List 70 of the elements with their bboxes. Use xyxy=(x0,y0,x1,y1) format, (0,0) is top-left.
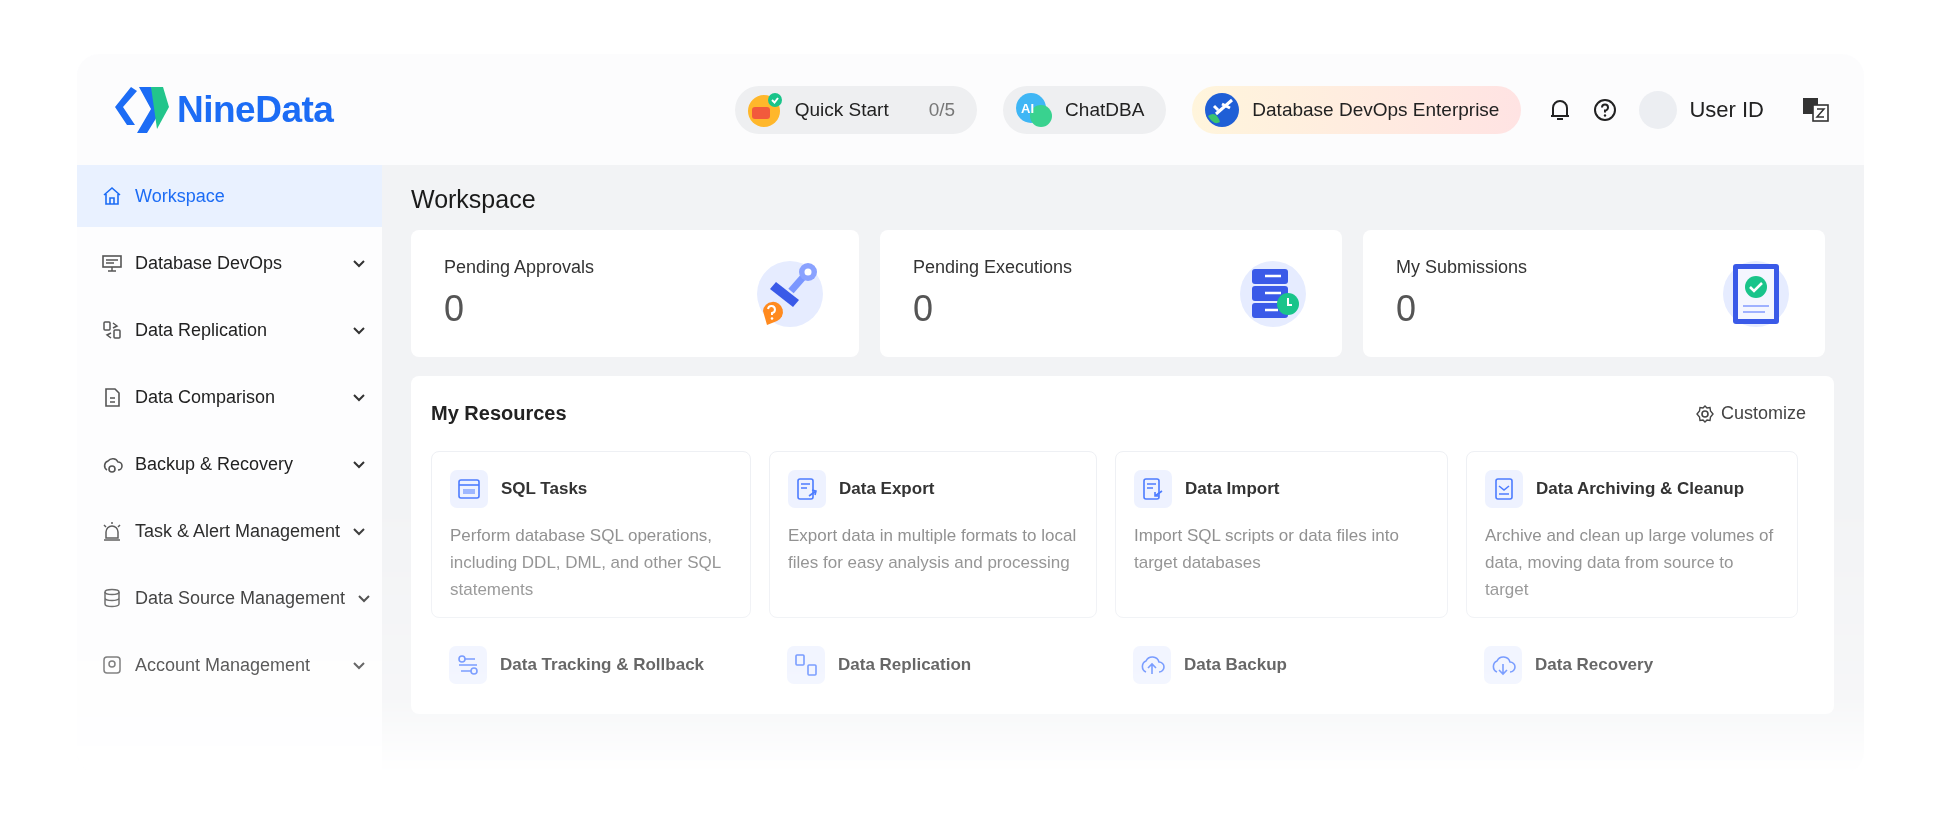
chevron-down-icon xyxy=(352,660,366,670)
chatdba-button[interactable]: AI ChatDBA xyxy=(1003,85,1167,134)
resource-description: Import SQL scripts or data files into target databases xyxy=(1134,525,1400,574)
section-title: My Resources xyxy=(431,402,567,425)
import-icon xyxy=(1134,470,1172,508)
stat-value: 0 xyxy=(1396,288,1418,330)
sidebar-item[interactable]: Database DevOps xyxy=(77,232,382,294)
sidebar-item[interactable]: Task & Alert Management xyxy=(77,500,382,562)
export-icon xyxy=(788,470,826,508)
resource-card[interactable]: Data Export Export data in multiple formats to local files for easy analysis and processing xyxy=(769,451,1097,618)
settings-icon xyxy=(1695,404,1714,423)
resource-title: Data Export xyxy=(839,479,935,499)
resource-link[interactable]: Data Recovery xyxy=(1535,655,1654,675)
resource-description: Archive and clean up large volumes of data, moving data from source to target xyxy=(1485,525,1775,601)
server-clock-drawing xyxy=(1238,258,1308,329)
resource-title: SQL Tasks xyxy=(501,479,588,499)
resource-title: Data Import xyxy=(1185,479,1280,499)
language-switch-icon[interactable] xyxy=(1802,96,1830,123)
resource-card[interactable]: Data Archiving & Cleanup Archive and clean up large volumes of data, moving data from source to target xyxy=(1466,451,1798,618)
sidebar-item[interactable]: Workspace xyxy=(77,165,382,227)
stat-value: 0 xyxy=(444,288,466,330)
edition-button[interactable]: Database DevOps Enterprise xyxy=(1192,85,1522,134)
page-title: Workspace xyxy=(411,184,537,215)
chevron-down-icon xyxy=(352,459,366,469)
resource-description: Perform database SQL operations, including DDL, DML, and other SQL statements xyxy=(450,525,722,601)
monitor-icon xyxy=(101,252,123,274)
customize-button[interactable]: Customize xyxy=(1695,403,1806,424)
cloud-upload-icon xyxy=(1133,646,1171,684)
notification-bell-icon[interactable] xyxy=(1549,97,1572,122)
report-check-drawing xyxy=(1721,258,1791,329)
tracking-icon xyxy=(449,646,487,684)
user-name[interactable]: User ID xyxy=(1689,96,1764,123)
sql-window-icon xyxy=(450,470,488,508)
chevron-down-icon xyxy=(352,392,366,402)
home-icon xyxy=(101,185,123,207)
sidebar-item[interactable]: Account Management xyxy=(77,634,382,696)
stat-card[interactable]: Pending Approvals 0 xyxy=(411,230,859,357)
stamp-drawing xyxy=(755,258,825,329)
replication-icon xyxy=(101,319,123,341)
help-icon[interactable] xyxy=(1593,97,1618,122)
resource-link[interactable]: Data Backup xyxy=(1184,655,1287,675)
chevron-down-icon xyxy=(352,526,367,536)
stat-value: 0 xyxy=(913,288,935,330)
replication-icon xyxy=(787,646,825,684)
account-icon xyxy=(101,654,123,676)
quick-start-button[interactable]: Quick Start 0/5 xyxy=(734,85,978,134)
chevron-down-icon xyxy=(357,593,372,603)
sidebar-item[interactable]: Data Replication xyxy=(77,299,382,361)
stat-card[interactable]: Pending Executions 0 xyxy=(880,230,1342,357)
logo-text: NineData xyxy=(177,88,334,131)
cloud-download-icon xyxy=(1484,646,1522,684)
sidebar-item[interactable]: Backup & Recovery xyxy=(77,433,382,495)
resource-card[interactable]: SQL Tasks Perform database SQL operations, including DDL, DML, and other SQL statements xyxy=(431,451,751,618)
chevron-down-icon xyxy=(352,325,366,335)
globe-plane-icon xyxy=(1204,91,1241,128)
stat-label: My Submissions xyxy=(1396,257,1529,278)
resource-title: Data Archiving & Cleanup xyxy=(1536,479,1745,499)
resource-link[interactable]: Data Tracking & Rollback xyxy=(500,655,705,675)
stat-card[interactable]: My Submissions 0 xyxy=(1363,230,1825,357)
sidebar-item[interactable]: Data Comparison xyxy=(77,366,382,428)
resource-description: Export data in multiple formats to local files for easy analysis and processing xyxy=(788,525,1078,574)
stat-label: Pending Approvals xyxy=(444,257,596,278)
resource-link[interactable]: Data Replication xyxy=(838,655,972,675)
resource-card[interactable]: Data Import Import SQL scripts or data files into target databases xyxy=(1115,451,1448,618)
database-icon xyxy=(101,587,123,609)
sidebar-item[interactable]: Data Source Management xyxy=(77,567,382,629)
alarm-icon xyxy=(101,520,123,542)
archive-icon xyxy=(1485,470,1523,508)
chevron-down-icon xyxy=(352,258,366,268)
stat-label: Pending Executions xyxy=(913,257,1074,278)
